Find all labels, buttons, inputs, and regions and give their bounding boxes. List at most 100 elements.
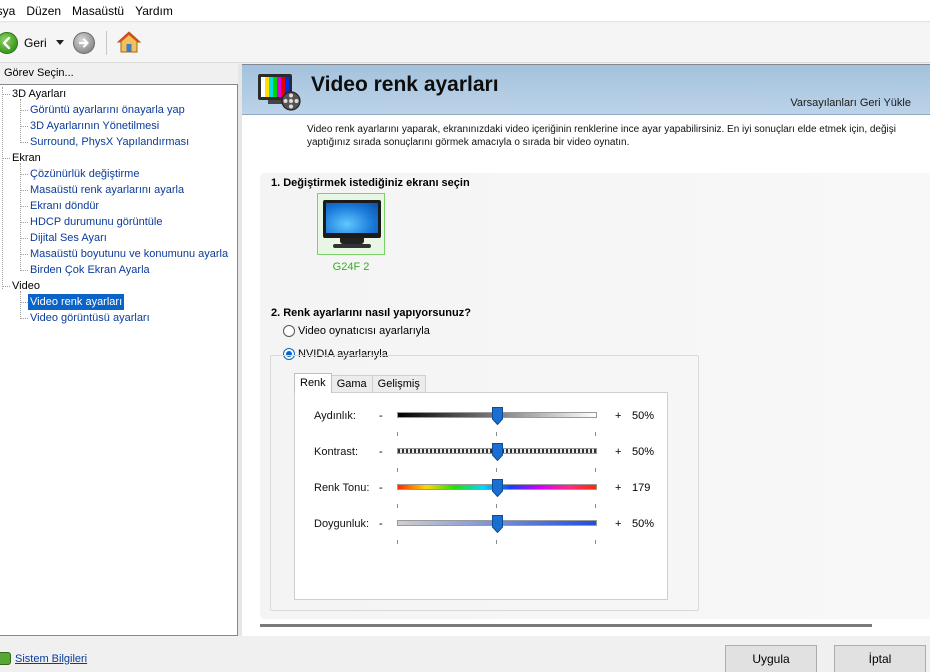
apply-button[interactable]: Uygula (725, 645, 817, 672)
menu-edit[interactable]: Düzen (26, 4, 68, 18)
hue-value: 179 (632, 482, 651, 494)
contrast-decrease[interactable]: - (379, 446, 383, 458)
tree-category-video[interactable]: Video (12, 278, 40, 294)
toolbar-separator (106, 31, 107, 55)
option-player-row[interactable]: Video oynatıcısı ayarlarıyla (283, 325, 430, 337)
tab-gelismis[interactable]: Gelişmiş (371, 375, 426, 393)
slider-tick (496, 504, 497, 508)
horizontal-scrollbar[interactable] (260, 624, 872, 627)
tree-branch (20, 254, 28, 255)
tree-guide-3d (20, 99, 21, 143)
content-pane: Video renk ayarları Varsayılanları Geri … (242, 64, 930, 636)
restore-defaults-link[interactable]: Varsayılanları Geri Yükle (790, 97, 911, 109)
system-info-link[interactable]: Sistem Bilgileri (15, 653, 87, 665)
menu-desktop[interactable]: Masaüstü (72, 4, 131, 18)
page-description: Video renk ayarlarını yaparak, ekranınız… (307, 124, 896, 148)
contrast-slider-thumb[interactable] (492, 443, 503, 461)
brightness-slider-thumb[interactable] (492, 407, 503, 425)
tab-renk[interactable]: Renk (294, 373, 332, 393)
back-button-label[interactable]: Geri (24, 36, 47, 50)
tree-branch (2, 94, 10, 95)
monitor-icon (323, 200, 381, 238)
option-player-label[interactable]: Video oynatıcısı ayarlarıyla (298, 325, 430, 337)
tree-item-multiple-displays[interactable]: Birden Çok Ekran Ayarla (30, 262, 150, 278)
hue-label: Renk Tonu: (314, 482, 370, 494)
hue-ticks (397, 504, 597, 509)
menu-file[interactable]: osya (0, 4, 22, 18)
saturation-increase[interactable]: + (615, 518, 621, 530)
system-info-icon[interactable] (0, 652, 11, 665)
video-color-icon (258, 74, 301, 111)
hue-slider-thumb[interactable] (492, 479, 503, 497)
tree-item-image-preview[interactable]: Görüntü ayarlarını önayarla yap (30, 102, 185, 118)
tree-branch (2, 158, 10, 159)
slider-tick (397, 540, 398, 544)
slider-tick (397, 432, 398, 436)
option-player-radio[interactable] (283, 325, 295, 337)
step1-title: 1. Değiştirmek istediğiniz ekranı seçin (271, 177, 470, 189)
tree-item-rotate[interactable]: Ekranı döndür (30, 198, 99, 214)
slider-tick (496, 468, 497, 472)
home-icon[interactable] (116, 29, 142, 55)
tree-branch (20, 238, 28, 239)
tree-item-video-color[interactable]: Video renk ayarları (28, 294, 125, 310)
color-tabs: Renk Gama Gelişmiş (294, 373, 426, 393)
bottom-bar: Sistem Bilgileri Uygula İptal (0, 636, 930, 672)
menu-help[interactable]: Yardım (135, 4, 180, 18)
slider-tick (496, 432, 497, 436)
saturation-decrease[interactable]: - (379, 518, 383, 530)
brightness-value: 50% (632, 410, 655, 422)
tree-branch (20, 318, 28, 319)
display-name[interactable]: G24F 2 (317, 261, 385, 273)
step2-title: 2. Renk ayarlarını nasıl yapıyorsunuz? (271, 307, 471, 319)
task-panel-header: · Görev Seçin... (0, 64, 238, 84)
saturation-slider-thumb[interactable] (492, 515, 503, 533)
tree-branch (20, 206, 28, 207)
slider-tick (595, 468, 596, 472)
contrast-value: 50% (632, 446, 655, 458)
tree-branch (20, 222, 28, 223)
task-panel-title: Görev Seçin... (4, 67, 74, 79)
tab-panel-renk: Aydınlık: - +50% Kontrast: - +50% Renk Tonu: - +… (294, 392, 668, 600)
slider-tick (595, 504, 596, 508)
back-arrow-icon[interactable] (0, 32, 18, 54)
tree-branch (2, 286, 10, 287)
task-panel: · Görev Seçin... 3D Ayarları Görüntü aya… (0, 64, 238, 636)
tree-item-surround-physx[interactable]: Surround, PhysX Yapılandırması (30, 134, 189, 150)
tab-gama[interactable]: Gama (330, 375, 373, 393)
tree-branch (20, 190, 28, 191)
toolbar: Geri (0, 23, 930, 63)
brightness-label: Aydınlık: (314, 410, 356, 422)
page-banner: Video renk ayarları Varsayılanları Geri … (242, 65, 930, 115)
slider-tick (595, 540, 596, 544)
slider-tick (496, 540, 497, 544)
tree-branch (20, 270, 28, 271)
tree-category-display[interactable]: Ekran (12, 150, 41, 166)
hue-decrease[interactable]: - (379, 482, 383, 494)
slider-tick (397, 468, 398, 472)
brightness-decrease[interactable]: - (379, 410, 383, 422)
tree-item-manage-3d[interactable]: 3D Ayarlarının Yönetilmesi (30, 118, 159, 134)
hue-increase[interactable]: + (615, 482, 621, 494)
tree-branch (20, 110, 28, 111)
saturation-value: 50% (632, 518, 655, 530)
tree-item-video-image[interactable]: Video görüntüsü ayarları (30, 310, 150, 326)
brightness-increase[interactable]: + (615, 410, 621, 422)
page-title: Video renk ayarları (311, 73, 499, 96)
history-dropdown-icon[interactable] (56, 40, 64, 45)
header-bullet: · (0, 67, 1, 79)
cancel-button[interactable]: İptal (834, 645, 926, 672)
display-tile[interactable] (317, 193, 385, 255)
forward-arrow-icon[interactable] (73, 32, 95, 54)
tree-item-digital-audio[interactable]: Dijital Ses Ayarı (30, 230, 107, 246)
contrast-ticks (397, 468, 597, 473)
tree-branch (20, 174, 28, 175)
contrast-label: Kontrast: (314, 446, 359, 458)
tree-item-hdcp[interactable]: HDCP durumunu görüntüle (30, 214, 162, 230)
task-tree: 3D Ayarları Görüntü ayarlarını önayarla … (0, 84, 238, 636)
tree-category-3d[interactable]: 3D Ayarları (12, 86, 66, 102)
tree-item-resolution[interactable]: Çözünürlük değiştirme (30, 166, 139, 182)
tree-item-desktop-color[interactable]: Masaüstü renk ayarlarını ayarla (30, 182, 184, 198)
contrast-increase[interactable]: + (615, 446, 621, 458)
tree-item-desktop-size[interactable]: Masaüstü boyutunu ve konumunu ayarla (30, 246, 228, 262)
